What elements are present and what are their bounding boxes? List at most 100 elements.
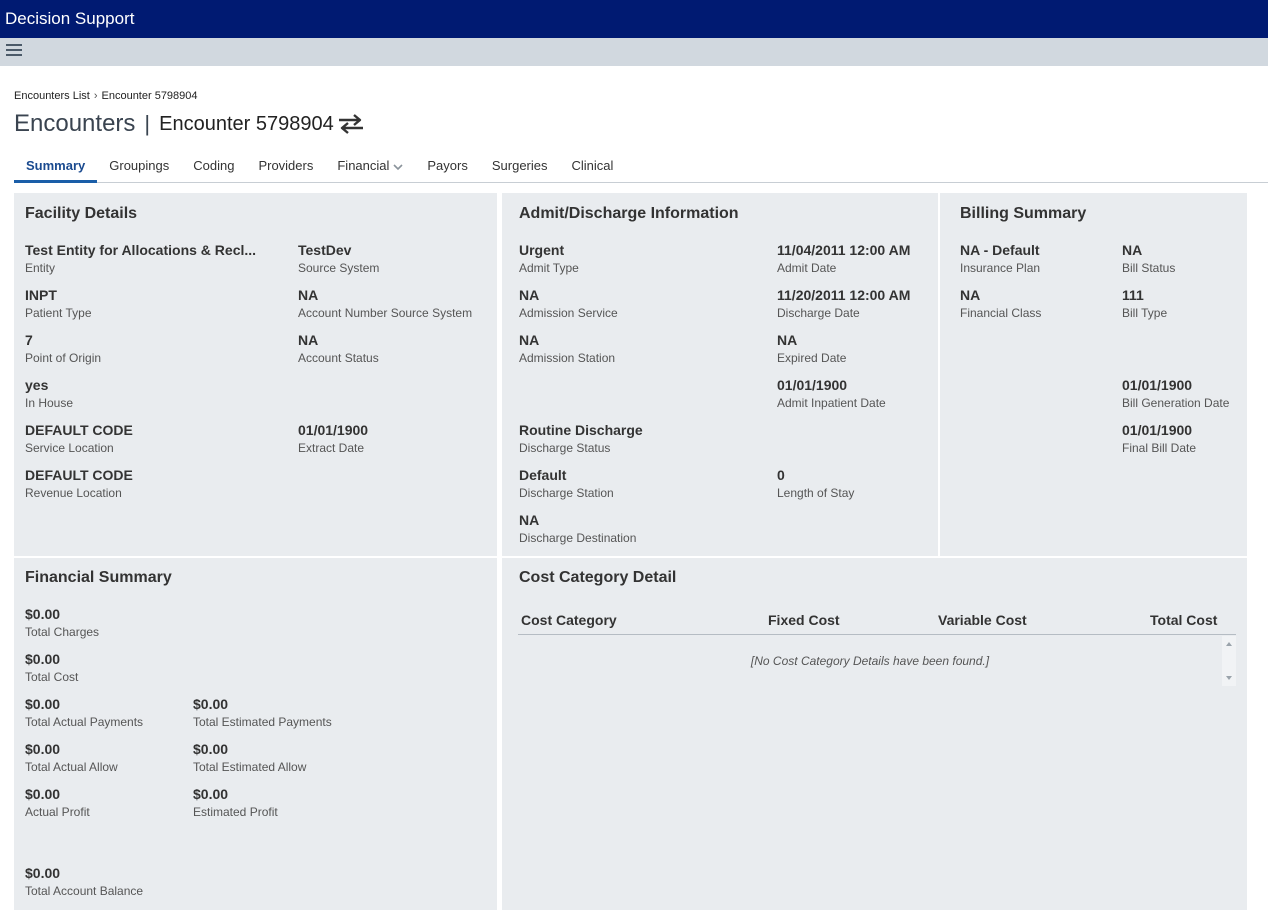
page-subtitle: Encounter 5798904: [159, 112, 334, 135]
tab-surgeries[interactable]: Surgeries: [480, 152, 560, 182]
patient-type-value: INPT: [25, 287, 57, 303]
tab-groupings[interactable]: Groupings: [97, 152, 181, 182]
field-entity: Test Entity for Allocations & Recl... En…: [25, 242, 256, 277]
billing-summary-title: Billing Summary: [960, 205, 1087, 222]
field-discharge-destination: NA Discharge Destination: [519, 512, 636, 547]
app-title: Decision Support: [5, 9, 135, 28]
point-of-origin-label: Point of Origin: [25, 351, 102, 365]
cost-category-table-header: Cost Category Fixed Cost Variable Cost T…: [518, 610, 1236, 635]
scroll-down-arrow-icon[interactable]: [1226, 676, 1232, 680]
revenue-location-label: Revenue Location: [25, 486, 122, 500]
actual-profit-label: Actual Profit: [25, 805, 90, 819]
breadcrumb-current: Encounter 5798904: [101, 90, 198, 102]
empty-state-message: [No Cost Category Details have been foun…: [750, 654, 990, 668]
in-house-label: In House: [25, 396, 74, 410]
field-admission-service: NA Admission Service: [519, 287, 618, 322]
tab-summary[interactable]: Summary: [14, 152, 98, 183]
expired-date-label: Expired Date: [777, 351, 847, 365]
tab-coding[interactable]: Coding: [181, 152, 246, 182]
field-total-estimated-payments: $0.00 Total Estimated Payments: [193, 696, 332, 731]
page-title: Encounters: [14, 110, 136, 137]
field-estimated-profit: $0.00 Estimated Profit: [193, 786, 278, 821]
admit-date-label: Admit Date: [777, 261, 837, 275]
total-actual-allow-value: $0.00: [25, 741, 61, 757]
total-cost-value: $0.00: [25, 651, 61, 667]
column-header-total-cost[interactable]: Total Cost: [1150, 612, 1217, 628]
field-admission-station: NA Admission Station: [519, 332, 615, 367]
column-header-cost-category[interactable]: Cost Category: [521, 612, 617, 628]
field-expired-date: NA Expired Date: [777, 332, 846, 367]
tab-financial[interactable]: Financial: [325, 152, 415, 182]
field-total-cost: $0.00 Total Cost: [25, 651, 78, 686]
field-account-number-source-system: NA Account Number Source System: [298, 287, 472, 322]
discharge-station-value: Default: [519, 467, 567, 483]
field-account-status: NA Account Status: [298, 332, 379, 367]
field-discharge-station: Default Discharge Station: [519, 467, 614, 502]
field-total-account-balance: $0.00 Total Account Balance: [25, 865, 143, 900]
total-account-balance-label: Total Account Balance: [25, 884, 144, 898]
admission-service-value: NA: [519, 287, 540, 303]
financial-class-value: NA: [960, 287, 981, 303]
field-actual-profit: $0.00 Actual Profit: [25, 786, 90, 821]
revenue-location-value: DEFAULT CODE: [25, 467, 133, 483]
expired-date-value: NA: [777, 332, 798, 348]
insurance-plan-value: NA - Default: [960, 242, 1040, 258]
field-length-of-stay: 0 Length of Stay: [777, 467, 854, 502]
tab-clinical[interactable]: Clinical: [560, 152, 626, 182]
page-title-row: Encounters | Encounter 5798904: [14, 108, 365, 140]
field-total-charges: $0.00 Total Charges: [25, 606, 99, 641]
field-admit-type: Urgent Admit Type: [519, 242, 579, 277]
account-number-source-system-label: Account Number Source System: [298, 306, 473, 320]
hamburger-menu-icon[interactable]: [6, 44, 22, 58]
field-service-location: DEFAULT CODE Service Location: [25, 422, 133, 457]
tab-providers[interactable]: Providers: [246, 152, 325, 182]
admit-date-value: 11/04/2011 12:00 AM: [777, 242, 911, 258]
source-system-value: TestDev: [298, 242, 352, 258]
bill-status-label: Bill Status: [1122, 261, 1176, 275]
scroll-up-arrow-icon[interactable]: [1226, 642, 1232, 646]
field-total-estimated-allow: $0.00 Total Estimated Allow: [193, 741, 306, 776]
extract-date-value: 01/01/1900: [298, 422, 369, 438]
admit-type-value: Urgent: [519, 242, 565, 258]
table-scrollbar[interactable]: [1222, 636, 1236, 686]
admission-station-value: NA: [519, 332, 540, 348]
field-total-actual-allow: $0.00 Total Actual Allow: [25, 741, 118, 776]
admission-station-label: Admission Station: [519, 351, 616, 365]
tab-financial-label: Financial: [337, 158, 390, 173]
discharge-destination-value: NA: [519, 512, 540, 528]
bill-generation-date-label: Bill Generation Date: [1122, 396, 1230, 410]
account-status-value: NA: [298, 332, 319, 348]
total-estimated-allow-value: $0.00: [193, 741, 229, 757]
total-actual-allow-label: Total Actual Allow: [25, 760, 118, 774]
admit-inpatient-date-value: 01/01/1900: [777, 377, 848, 393]
total-estimated-payments-value: $0.00: [193, 696, 229, 712]
field-financial-class: NA Financial Class: [960, 287, 1041, 322]
field-discharge-date: 11/20/2011 12:00 AM Discharge Date: [777, 287, 910, 322]
facility-details-title: Facility Details: [25, 205, 138, 222]
bill-type-value: 111: [1122, 287, 1144, 303]
field-bill-status: NA Bill Status: [1122, 242, 1175, 277]
account-number-source-system-value: NA: [298, 287, 319, 303]
breadcrumb-encounters-list[interactable]: Encounters List: [14, 90, 90, 102]
discharge-date-value: 11/20/2011 12:00 AM: [777, 287, 911, 303]
final-bill-date-label: Final Bill Date: [1122, 441, 1197, 455]
breadcrumb-separator: ›: [93, 90, 98, 102]
app-header: Decision Support: [0, 0, 1268, 38]
swap-arrows-icon[interactable]: [337, 114, 365, 134]
toolbar: [0, 38, 1268, 66]
field-total-actual-payments: $0.00 Total Actual Payments: [25, 696, 143, 731]
admit-discharge-title: Admit/Discharge Information: [519, 205, 739, 222]
actual-profit-value: $0.00: [25, 786, 61, 802]
chevron-down-icon: [393, 159, 403, 174]
cost-category-title: Cost Category Detail: [519, 569, 677, 586]
column-header-fixed-cost[interactable]: Fixed Cost: [768, 612, 840, 628]
column-header-variable-cost[interactable]: Variable Cost: [938, 612, 1027, 628]
tab-payors[interactable]: Payors: [415, 152, 479, 182]
service-location-value: DEFAULT CODE: [25, 422, 133, 438]
account-status-label: Account Status: [298, 351, 379, 365]
length-of-stay-label: Length of Stay: [777, 486, 855, 500]
patient-type-label: Patient Type: [25, 306, 92, 320]
bill-type-label: Bill Type: [1122, 306, 1168, 320]
admit-type-label: Admit Type: [519, 261, 579, 275]
field-source-system: TestDev Source System: [298, 242, 379, 277]
